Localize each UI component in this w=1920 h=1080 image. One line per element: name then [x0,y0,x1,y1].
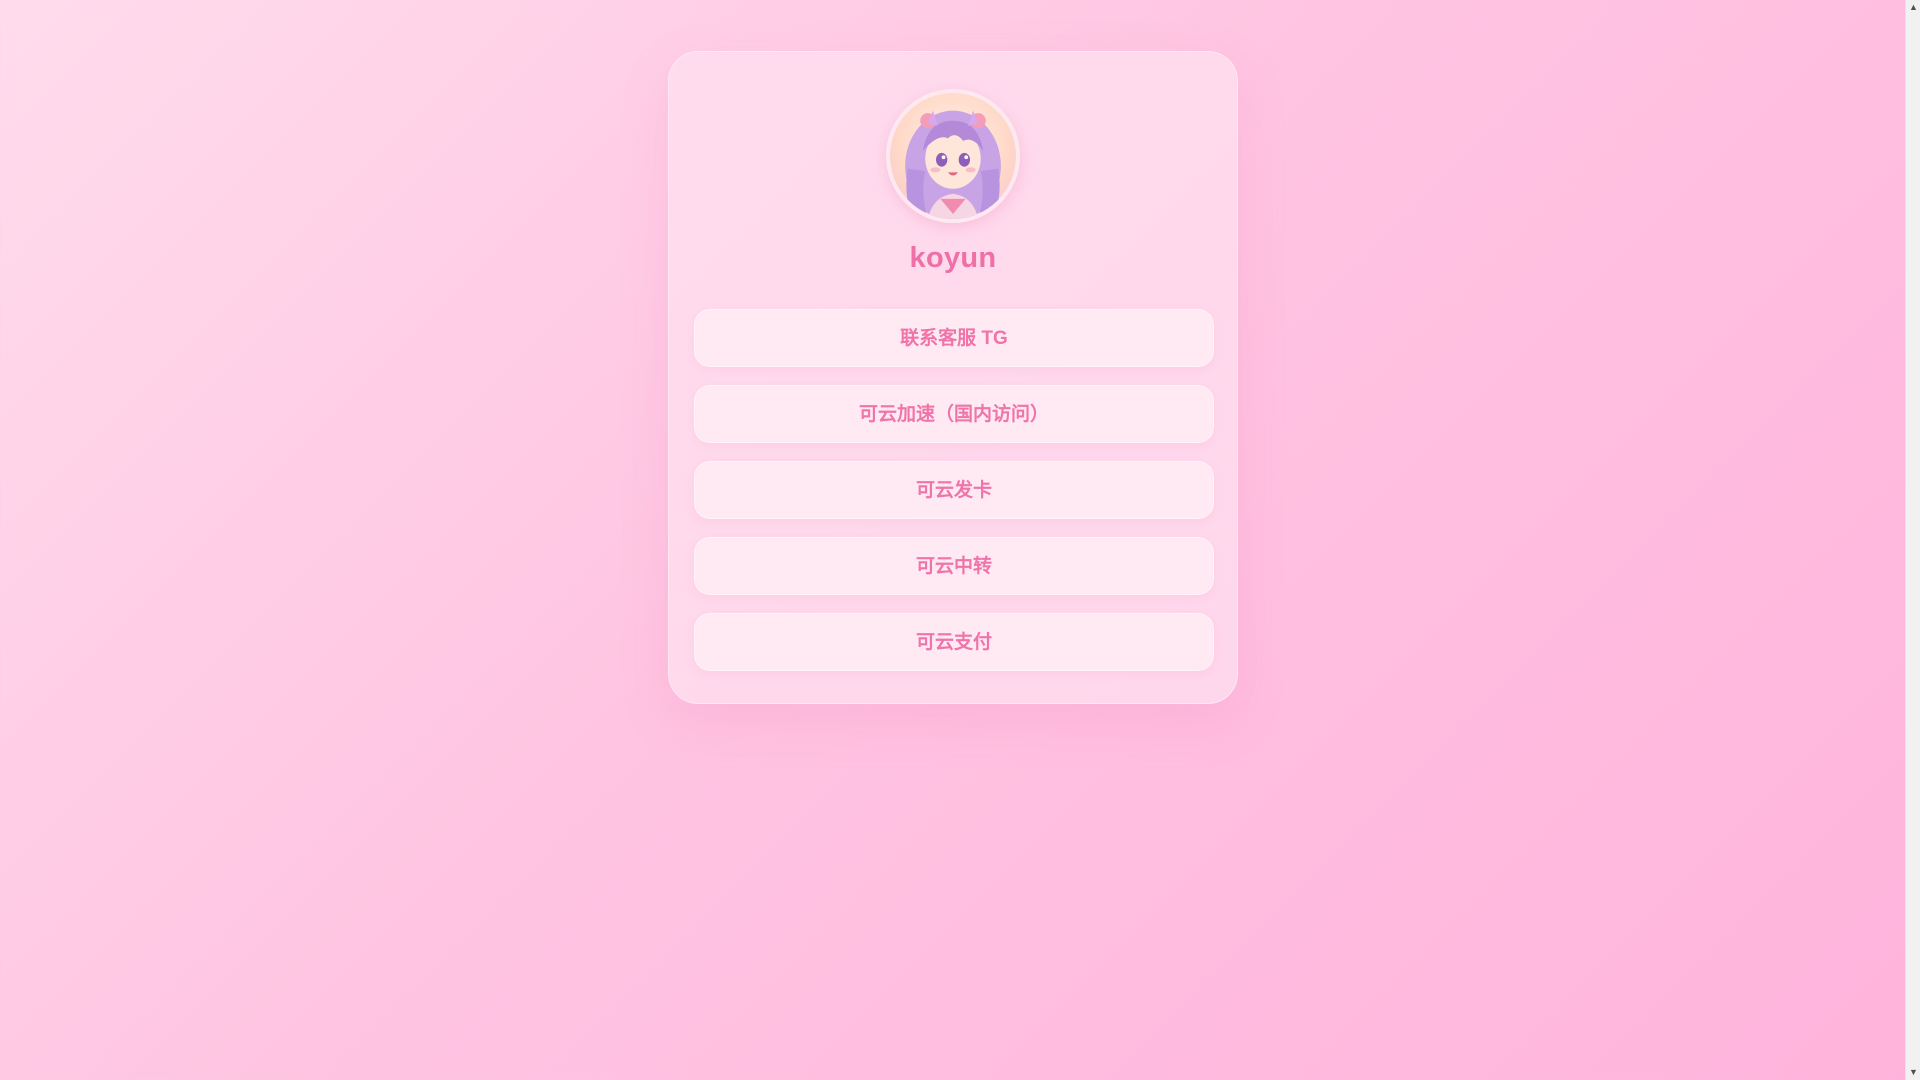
anime-girl-avatar-icon [905,110,1001,219]
vertical-scrollbar[interactable]: ▲ ▼ [1905,0,1920,1080]
chevron-down-icon[interactable]: ▼ [1906,1065,1920,1080]
link-list: 联系客服 TG 可云加速（国内访问） 可云发卡 可云中转 可云支付 [694,309,1214,689]
avatar [886,89,1020,223]
link-button-card-shop[interactable]: 可云发卡 [694,461,1214,519]
page-viewport: koyun 联系客服 TG 可云加速（国内访问） 可云发卡 可云中转 可云支付 [0,0,1905,1080]
profile-card: koyun 联系客服 TG 可云加速（国内访问） 可云发卡 可云中转 可云支付 [668,51,1238,704]
link-button-contact-tg[interactable]: 联系客服 TG [694,309,1214,367]
username: koyun [909,242,997,274]
chevron-up-icon[interactable]: ▲ [1906,0,1920,15]
link-button-payment[interactable]: 可云支付 [694,613,1214,671]
link-button-accelerator[interactable]: 可云加速（国内访问） [694,385,1214,443]
link-button-relay[interactable]: 可云中转 [694,537,1214,595]
